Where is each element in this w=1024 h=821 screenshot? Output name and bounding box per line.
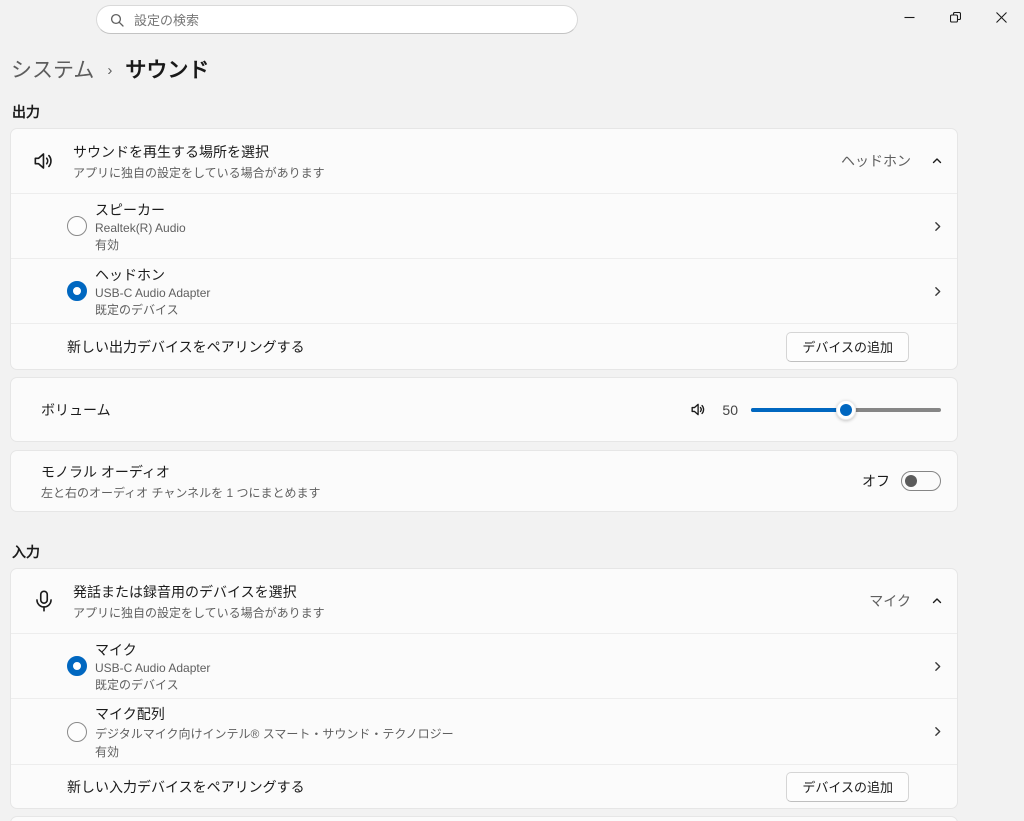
input-selected-device: マイク bbox=[869, 591, 911, 611]
output-selector-title: サウンドを再生する場所を選択 bbox=[73, 142, 325, 162]
radio-button[interactable] bbox=[67, 722, 87, 742]
volume-slider-thumb[interactable] bbox=[836, 400, 856, 420]
output-pairing-row: 新しい出力デバイスをペアリングする デバイスの追加 bbox=[11, 323, 957, 369]
device-status: 有効 bbox=[95, 236, 186, 253]
output-section-label: 出力 bbox=[12, 104, 1024, 120]
chevron-up-icon[interactable] bbox=[931, 595, 943, 607]
input-selector-header[interactable]: 発話または録音用のデバイスを選択 アプリに独自の設定をしている場合があります マ… bbox=[11, 569, 957, 633]
chevron-right-icon[interactable] bbox=[931, 220, 944, 233]
input-selector-title: 発話または録音用のデバイスを選択 bbox=[73, 582, 325, 602]
mono-audio-title: モノラル オーディオ bbox=[41, 462, 320, 482]
breadcrumb-system[interactable]: システム bbox=[11, 54, 94, 84]
output-selector-subtitle: アプリに独自の設定をしている場合があります bbox=[73, 164, 325, 181]
next-card-partial bbox=[10, 816, 958, 821]
titlebar: 設定の検索 bbox=[0, 0, 1024, 45]
window-controls bbox=[886, 0, 1024, 34]
output-device-row-speakers[interactable]: スピーカー Realtek(R) Audio 有効 bbox=[11, 193, 957, 258]
input-device-row-mic[interactable]: マイク USB-C Audio Adapter 既定のデバイス bbox=[11, 633, 957, 698]
input-pairing-row: 新しい入力デバイスをペアリングする デバイスの追加 bbox=[11, 764, 957, 808]
chevron-right-icon[interactable] bbox=[931, 725, 944, 738]
volume-card: ボリューム 50 bbox=[10, 377, 958, 442]
device-detail: デジタルマイク向けインテル® スマート・サウンド・テクノロジー bbox=[95, 725, 454, 742]
volume-slider-fill bbox=[751, 408, 846, 412]
device-status: 有効 bbox=[95, 743, 454, 760]
volume-value: 50 bbox=[720, 402, 738, 418]
output-selected-device: ヘッドホン bbox=[841, 151, 911, 171]
chevron-right-icon[interactable] bbox=[931, 285, 944, 298]
input-device-card: 発話または録音用のデバイスを選択 アプリに独自の設定をしている場合があります マ… bbox=[10, 568, 958, 809]
breadcrumb: システム › サウンド bbox=[11, 55, 1024, 83]
microphone-icon bbox=[31, 588, 57, 614]
mono-audio-state-label: オフ bbox=[862, 471, 890, 491]
device-name: スピーカー bbox=[95, 200, 186, 220]
device-status: 既定のデバイス bbox=[95, 676, 210, 693]
add-output-device-button[interactable]: デバイスの追加 bbox=[786, 332, 909, 362]
add-input-device-button[interactable]: デバイスの追加 bbox=[786, 772, 909, 802]
device-name: ヘッドホン bbox=[95, 265, 210, 285]
settings-search-input[interactable]: 設定の検索 bbox=[96, 5, 578, 34]
volume-slider[interactable] bbox=[751, 400, 941, 420]
output-device-card: サウンドを再生する場所を選択 アプリに独自の設定をしている場合があります ヘッド… bbox=[10, 128, 958, 370]
input-selector-subtitle: アプリに独自の設定をしている場合があります bbox=[73, 604, 325, 621]
device-detail: USB-C Audio Adapter bbox=[95, 286, 210, 300]
output-device-row-headphones[interactable]: ヘッドホン USB-C Audio Adapter 既定のデバイス bbox=[11, 258, 957, 323]
chevron-right-icon[interactable] bbox=[931, 660, 944, 673]
breadcrumb-separator-icon: › bbox=[107, 60, 112, 79]
radio-button[interactable] bbox=[67, 281, 87, 301]
device-name: マイク bbox=[95, 640, 210, 660]
page-title: サウンド bbox=[125, 54, 209, 84]
mono-audio-toggle[interactable] bbox=[901, 471, 941, 491]
mono-audio-card: モノラル オーディオ 左と右のオーディオ チャンネルを 1 つにまとめます オフ bbox=[10, 450, 958, 512]
radio-button[interactable] bbox=[67, 656, 87, 676]
search-icon bbox=[110, 13, 124, 27]
mono-audio-subtitle: 左と右のオーディオ チャンネルを 1 つにまとめます bbox=[41, 484, 320, 501]
output-pairing-label: 新しい出力デバイスをペアリングする bbox=[67, 337, 305, 357]
output-selector-header[interactable]: サウンドを再生する場所を選択 アプリに独自の設定をしている場合があります ヘッド… bbox=[11, 129, 957, 193]
device-detail: USB-C Audio Adapter bbox=[95, 661, 210, 675]
device-detail: Realtek(R) Audio bbox=[95, 221, 186, 235]
restore-button[interactable] bbox=[932, 0, 978, 34]
device-status: 既定のデバイス bbox=[95, 301, 210, 318]
input-device-row-mic-array[interactable]: マイク配列 デジタルマイク向けインテル® スマート・サウンド・テクノロジー 有効 bbox=[11, 698, 957, 764]
search-placeholder: 設定の検索 bbox=[134, 10, 199, 29]
device-name: マイク配列 bbox=[95, 704, 454, 724]
input-section-label: 入力 bbox=[12, 544, 1024, 560]
mono-audio-row: モノラル オーディオ 左と右のオーディオ チャンネルを 1 つにまとめます オフ bbox=[11, 451, 957, 511]
close-button[interactable] bbox=[978, 0, 1024, 34]
speaker-icon bbox=[31, 148, 57, 174]
volume-label: ボリューム bbox=[41, 400, 111, 420]
input-pairing-label: 新しい入力デバイスをペアリングする bbox=[67, 777, 305, 797]
chevron-up-icon[interactable] bbox=[931, 155, 943, 167]
radio-button[interactable] bbox=[67, 216, 87, 236]
volume-icon[interactable] bbox=[689, 400, 708, 419]
minimize-button[interactable] bbox=[886, 0, 932, 34]
volume-row: ボリューム 50 bbox=[11, 378, 957, 441]
